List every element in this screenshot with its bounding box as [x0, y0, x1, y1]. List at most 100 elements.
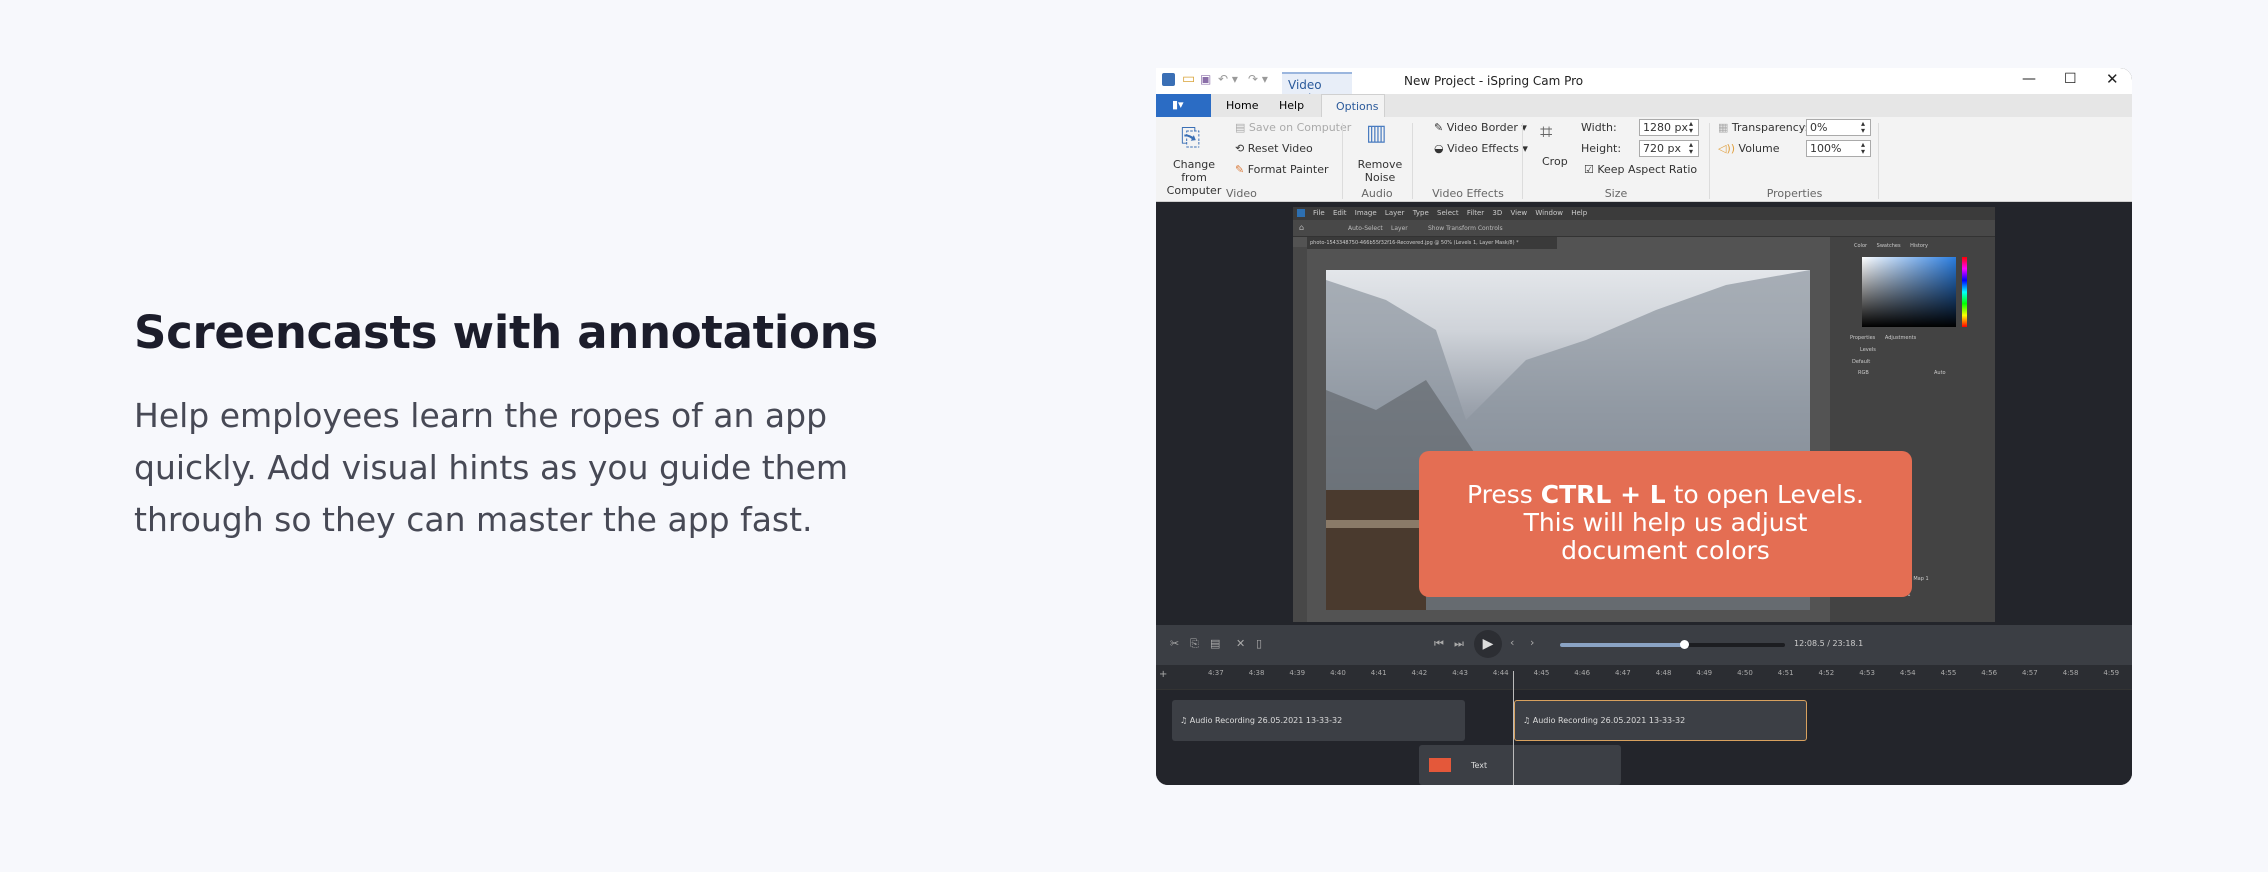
reset-video-label: Reset Video — [1247, 142, 1313, 155]
timeline-ruler[interactable]: + 4:37 4:38 4:39 4:40 4:41 4:42 4:43 4:44 4:45 4:… — [1156, 665, 2132, 690]
audio-clip-selected[interactable]: ♫ Audio Recording 26.05.2021 13-33-32 — [1514, 700, 1807, 741]
ps-color-picker — [1862, 257, 1956, 327]
video-effects-dropdown[interactable]: ◒ Video Effects ▾ — [1434, 142, 1528, 155]
brush-icon: ✎ — [1235, 163, 1245, 176]
ruler-tick: 4:53 — [1859, 669, 1875, 677]
cut-icon[interactable]: ✂ — [1170, 637, 1179, 650]
group-properties-label: Properties — [1766, 187, 1823, 200]
skip-end-icon[interactable]: ⏭ — [1454, 637, 1464, 651]
seek-handle[interactable] — [1679, 640, 1689, 649]
ribbon-tabs: ▮▾ Home Help Options — [1156, 94, 2132, 117]
save-icon[interactable]: ▣ — [1200, 72, 1211, 86]
ruler-tick: 4:59 — [2103, 669, 2120, 677]
group-size-label: Size — [1604, 187, 1628, 200]
ps-hue-slider — [1962, 257, 1967, 327]
callout-line-3: document colors — [1561, 536, 1770, 565]
ps-tab-swatches: Swatches — [1876, 243, 1901, 249]
keep-aspect-checkbox[interactable]: ☑ Keep Aspect Ratio — [1584, 163, 1697, 176]
copy-icon[interactable]: ⎘ — [1190, 637, 1199, 651]
ps-menu-3d: 3D — [1492, 209, 1503, 217]
ps-menu-view: View — [1510, 209, 1528, 217]
redo-icon[interactable]: ↷ ▾ — [1248, 72, 1268, 86]
crop-button[interactable]: Crop — [1542, 155, 1568, 168]
playhead[interactable] — [1513, 671, 1514, 785]
ps-tab-properties: Properties — [1850, 335, 1876, 341]
video-border-dropdown[interactable]: ✎ Video Border ▾ — [1434, 121, 1527, 134]
ps-options-bar: ⌂ Auto-Select Layer Show Transform Contr… — [1293, 220, 1995, 237]
delete-icon[interactable]: ✕ — [1236, 637, 1245, 650]
add-track-icon[interactable]: + — [1159, 669, 1167, 680]
ruler-tick: 4:37 — [1208, 669, 1224, 677]
next-frame-icon[interactable]: › — [1530, 636, 1534, 649]
height-input[interactable]: 720 px — [1639, 140, 1699, 157]
callout-pre: Press — [1467, 480, 1541, 509]
ps-logo-icon — [1297, 209, 1305, 217]
close-button[interactable]: ✕ — [2106, 70, 2119, 88]
ps-doc-tab: photo-1543348750-466b55f32f16-Recovered.… — [1307, 237, 1557, 249]
ruler-tick: 4:42 — [1411, 669, 1428, 677]
volume-label: ◁)) Volume — [1718, 142, 1779, 155]
divider — [1709, 123, 1710, 199]
ruler-tick: 4:49 — [1696, 669, 1713, 677]
ruler-tick: 4:57 — [2022, 669, 2038, 677]
transparency-icon: ▦ — [1718, 121, 1729, 134]
file-menu-button[interactable]: ▮▾ — [1156, 94, 1211, 117]
tab-help[interactable]: Help — [1279, 99, 1304, 112]
text-clip-swatch — [1429, 758, 1451, 772]
tab-home[interactable]: Home — [1226, 99, 1258, 112]
app-icon — [1162, 73, 1175, 86]
ruler-tick: 4:41 — [1370, 669, 1387, 677]
volume-input[interactable]: 100% — [1806, 140, 1871, 157]
group-video-text: Video — [1226, 187, 1257, 200]
ruler-tick: 4:43 — [1452, 669, 1468, 677]
split-icon[interactable]: ▯ — [1256, 637, 1262, 650]
ps-menu-select: Select — [1437, 209, 1459, 217]
transparency-input[interactable]: 0% — [1806, 119, 1871, 136]
audio-clip[interactable]: ♫ Audio Recording 26.05.2021 13-33-32 — [1172, 700, 1465, 741]
ruler-tick: 4:44 — [1492, 669, 1509, 677]
callout-post: to open Levels. — [1665, 480, 1864, 509]
playback-controls: ✂ ⎘ ▤ ✕ ▯ ⏮ ⏭ ▶ ‹ › 12:08.5 / 23:18.1 — [1156, 625, 2132, 665]
change-video-icon: ⎘ — [1181, 123, 1201, 151]
volume-text: Volume — [1738, 142, 1780, 155]
seek-bar[interactable] — [1560, 640, 1785, 649]
group-video-effects-label: Video Effects — [1432, 187, 1504, 200]
callout-line-2: This will help us adjust — [1523, 508, 1808, 537]
transparency-label: ▦ Transparency: — [1718, 121, 1808, 134]
ps-tab-color: Color — [1854, 243, 1868, 249]
ruler-tick: 4:54 — [1899, 669, 1916, 677]
crop-icon: ⌗ — [1540, 120, 1553, 145]
divider — [1412, 123, 1413, 199]
reset-video-button[interactable]: ⟲ Reset Video — [1235, 142, 1313, 155]
ruler-tick: 4:58 — [2062, 669, 2079, 677]
maximize-button[interactable]: ☐ — [2064, 71, 2077, 87]
change-from-computer-button[interactable]: Change from Computer — [1164, 158, 1224, 197]
skip-start-icon[interactable]: ⏮ — [1434, 637, 1444, 651]
ruler-tick: 4:52 — [1818, 669, 1835, 677]
ps-auto-button: Auto — [1934, 370, 1946, 376]
play-button[interactable]: ▶ — [1474, 630, 1502, 658]
minimize-button[interactable]: — — [2022, 71, 2036, 87]
video-border-label: Video Border — [1446, 121, 1518, 134]
prev-frame-icon[interactable]: ‹ — [1510, 636, 1514, 649]
speaker-icon: ◁)) — [1718, 142, 1736, 155]
format-painter-label: Format Painter — [1247, 163, 1329, 176]
callout-line-1: Press CTRL + L to open Levels. — [1419, 481, 1912, 509]
undo-icon[interactable]: ↶ ▾ — [1218, 72, 1238, 86]
time-display: 12:08.5 / 23:18.1 — [1794, 639, 1864, 648]
ps-auto-select: Auto-Select — [1348, 225, 1383, 232]
ruler-tick: 4:50 — [1737, 669, 1753, 677]
ps-tab-adjustments: Adjustments — [1884, 335, 1917, 341]
ruler-tick: 4:55 — [1940, 669, 1957, 677]
width-input[interactable]: 1280 px — [1639, 119, 1699, 136]
remove-noise-button[interactable]: Remove Noise — [1353, 158, 1407, 184]
ps-menu-type: Type — [1412, 209, 1429, 217]
text-clip[interactable]: Text — [1419, 745, 1621, 785]
divider — [1342, 123, 1343, 199]
ps-menu-window: Window — [1535, 209, 1563, 217]
tab-options[interactable]: Options — [1321, 94, 1385, 117]
open-icon[interactable]: ▭ — [1182, 71, 1195, 87]
paste-icon[interactable]: ▤ — [1210, 637, 1220, 650]
format-painter-button[interactable]: ✎ Format Painter — [1235, 163, 1329, 176]
timeline-tracks: ♫ Audio Recording 26.05.2021 13-33-32 ♫ … — [1156, 690, 2132, 785]
